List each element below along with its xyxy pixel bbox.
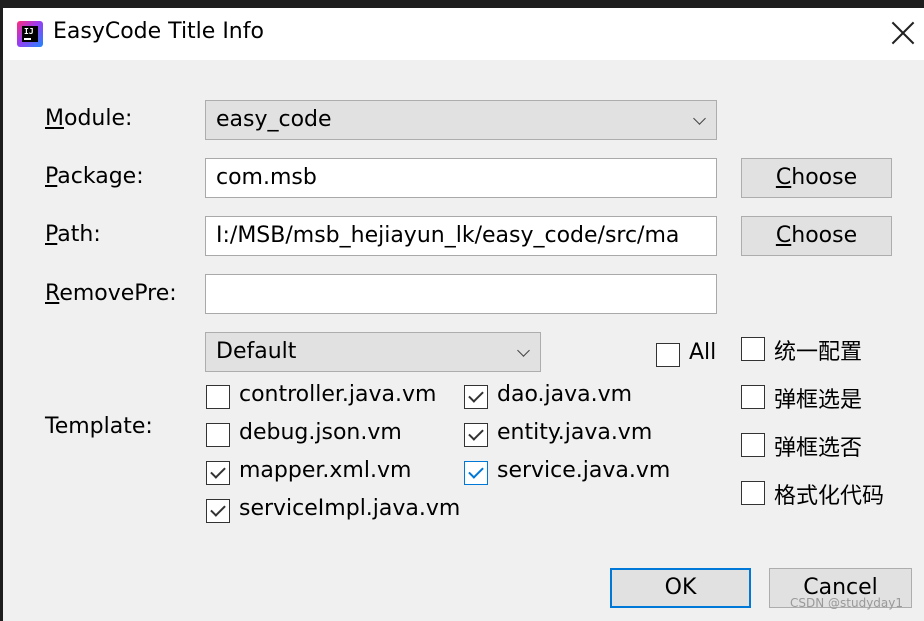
template-group-value: Default (216, 339, 297, 364)
template-item-label: service.java.vm (497, 458, 671, 483)
template-group-select[interactable]: Default (205, 332, 541, 372)
template-checkbox-entity[interactable] (464, 423, 488, 447)
template-checkbox-service[interactable] (464, 461, 488, 485)
option-checkbox-unified-config[interactable] (741, 337, 765, 361)
template-item-label: mapper.xml.vm (239, 458, 412, 483)
option-label: 统一配置 (774, 340, 863, 365)
module-select[interactable]: easy_code (205, 100, 717, 140)
template-item-label: serviceImpl.java.vm (239, 496, 461, 521)
template-item-label: entity.java.vm (497, 420, 653, 445)
path-choose-button[interactable]: Choose (741, 216, 892, 256)
removepre-input[interactable] (205, 274, 717, 314)
template-label: Template: (45, 414, 153, 439)
easycode-dialog: IJ EasyCode Title Info Module: easy_code… (3, 8, 924, 621)
package-choose-button[interactable]: Choose (741, 158, 892, 198)
template-checkbox-mapper[interactable] (206, 461, 230, 485)
template-item-label: dao.java.vm (497, 382, 633, 407)
option-checkbox-confirm-no[interactable] (741, 433, 765, 457)
ok-button[interactable]: OK (610, 568, 751, 608)
chevron-down-icon (693, 112, 706, 125)
removepre-label: RemovePre: (45, 281, 177, 306)
option-label: 格式化代码 (774, 484, 885, 509)
title-bar: IJ EasyCode Title Info (3, 8, 924, 60)
option-checkbox-format-code[interactable] (741, 481, 765, 505)
all-checkbox[interactable] (656, 343, 680, 367)
option-checkbox-confirm-yes[interactable] (741, 385, 765, 409)
template-item-label: controller.java.vm (239, 382, 437, 407)
template-checkbox-debug[interactable] (206, 423, 230, 447)
dialog-title: EasyCode Title Info (53, 19, 264, 44)
module-label: Module: (45, 106, 133, 131)
watermark: CSDN @studyday1 (790, 596, 904, 610)
package-label: Package: (45, 164, 144, 189)
close-icon[interactable] (888, 18, 918, 48)
template-checkbox-dao[interactable] (464, 385, 488, 409)
option-label: 弹框选否 (774, 436, 863, 461)
option-label: 弹框选是 (774, 388, 863, 413)
template-checkbox-serviceimpl[interactable] (206, 499, 230, 523)
package-input[interactable]: com.msb (205, 158, 717, 198)
path-input[interactable]: I:/MSB/msb_hejiayun_lk/easy_code/src/ma (205, 216, 717, 256)
chevron-down-icon (517, 344, 530, 357)
path-label: Path: (45, 222, 101, 247)
template-checkbox-controller[interactable] (206, 385, 230, 409)
intellij-app-icon: IJ (17, 21, 43, 47)
template-item-label: debug.json.vm (239, 420, 402, 445)
module-select-value: easy_code (216, 107, 332, 132)
all-label: All (689, 340, 717, 365)
